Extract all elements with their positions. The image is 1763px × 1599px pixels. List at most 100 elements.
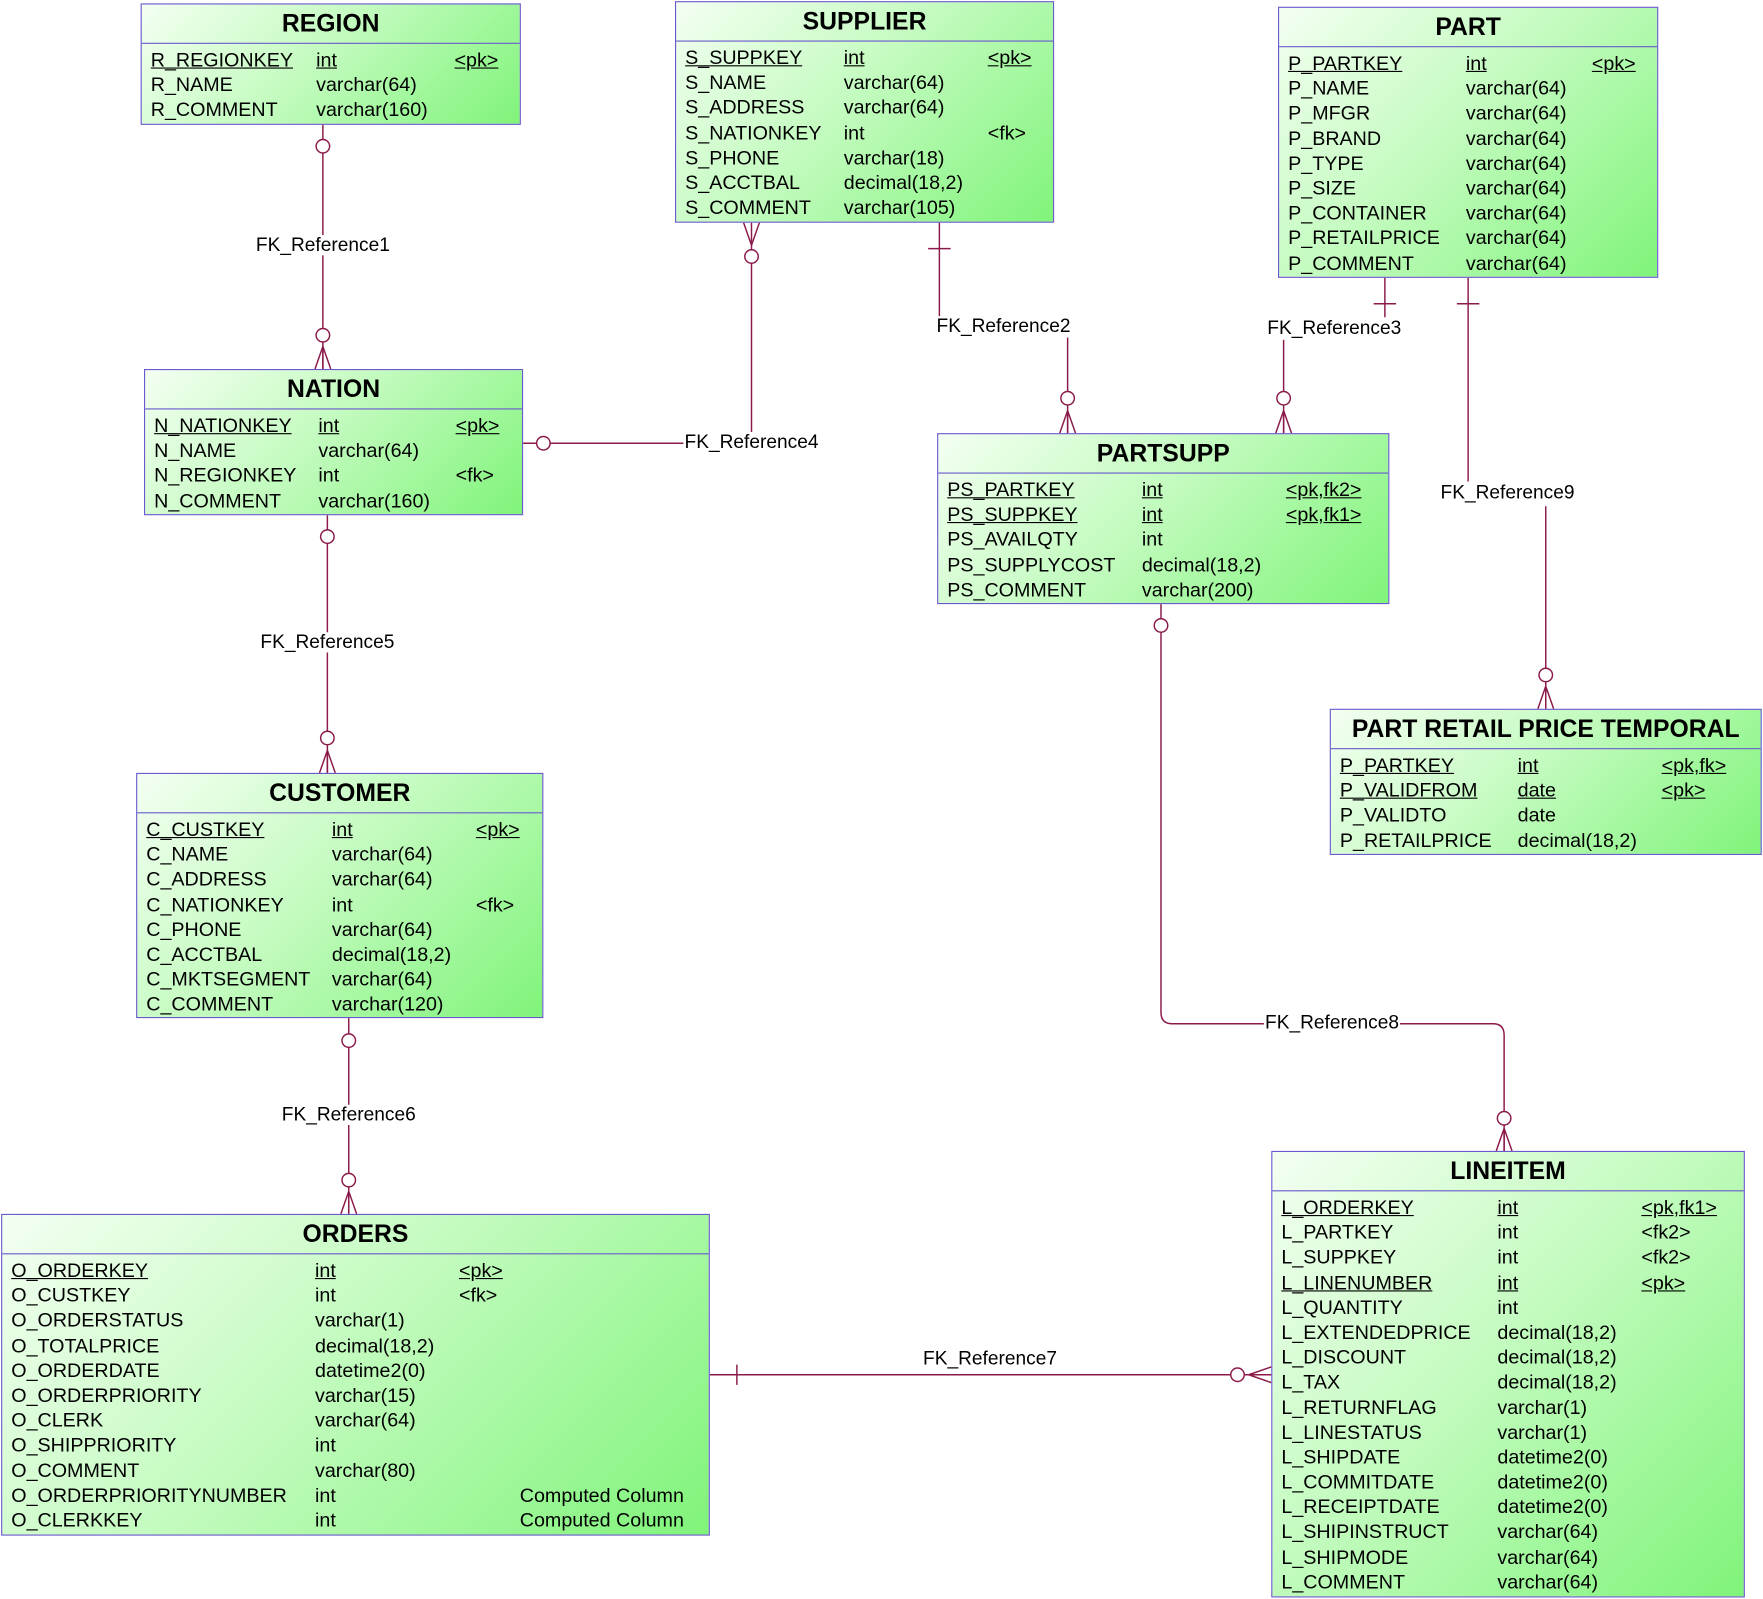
column-row[interactable]: N_COMMENT varchar(160) [145,488,522,513]
column-row[interactable]: S_ACCTBAL decimal(18,2) [676,170,1053,195]
entity-region[interactable]: REGION R_REGIONKEY int <pk> R_NAME varchar(64… [140,3,521,125]
column-row[interactable]: C_PHONE varchar(64) [137,917,542,942]
column-name: L_QUANTITY [1281,1295,1403,1319]
column-row[interactable]: L_ORDERKEY int <pk,fk1> [1272,1195,1743,1220]
column-row[interactable]: S_NATIONKEY int <fk> [676,120,1053,145]
column-row[interactable]: S_SUPPKEY int <pk> [676,45,1053,70]
column-row[interactable]: L_RECEIPTDATE datetime2(0) [1272,1494,1743,1519]
column-type: int [843,121,865,144]
column-row[interactable]: O_CLERK varchar(64) [2,1408,709,1433]
column-row[interactable]: L_LINESTATUS varchar(1) [1272,1419,1743,1444]
column-row[interactable]: O_CUSTKEY int <fk> [2,1283,709,1308]
fk-reference2-label[interactable]: FK_Reference2 [935,316,1072,337]
column-row[interactable]: O_ORDERSTATUS varchar(1) [2,1308,709,1333]
relationship-line [750,222,761,246]
column-row[interactable]: PS_PARTKEY int <pk,fk2> [938,477,1388,502]
column-row[interactable]: N_REGIONKEY int <fk> [145,463,522,488]
column-row[interactable]: R_REGIONKEY int <pk> [142,47,520,72]
column-row[interactable]: P_VALIDTO date [1331,803,1761,828]
column-row[interactable]: R_COMMENT varchar(160) [142,97,520,122]
column-row[interactable]: L_QUANTITY int [1272,1295,1743,1320]
column-row[interactable]: PS_SUPPLYCOST decimal(18,2) [938,552,1388,577]
fk-reference1-label[interactable]: FK_Reference1 [254,235,391,256]
column-type: decimal(18,2) [843,170,964,194]
fk-reference9-label[interactable]: FK_Reference9 [1439,482,1576,503]
column-row[interactable]: P_PARTKEY int <pk,fk> [1331,753,1761,778]
column-row[interactable]: P_BRAND varchar(64) [1279,126,1657,151]
fk-reference5-label[interactable]: FK_Reference5 [259,632,396,653]
relationship-line [1066,410,1077,434]
column-row[interactable]: L_COMMITDATE datetime2(0) [1272,1469,1743,1494]
column-row[interactable]: C_ADDRESS varchar(64) [137,867,542,892]
entity-part[interactable]: PART P_PARTKEY int <pk> P_NAME varchar(64) P_M… [1278,6,1659,278]
column-row[interactable]: L_SUPPKEY int <fk2> [1272,1245,1743,1270]
column-row[interactable]: O_COMMENT varchar(80) [2,1457,709,1482]
column-type: varchar(200) [1141,577,1254,601]
column-row[interactable]: O_TOTALPRICE decimal(18,2) [2,1333,709,1358]
column-row[interactable]: N_NATIONKEY int <pk> [145,413,522,438]
fk-reference6-label[interactable]: FK_Reference6 [280,1104,417,1125]
column-row[interactable]: L_SHIPINSTRUCT varchar(64) [1272,1519,1743,1544]
column-row[interactable]: R_NAME varchar(64) [142,72,520,97]
column-row[interactable]: O_CLERKKEY int Computed Column [2,1507,709,1532]
optional-circle-icon [535,435,551,451]
column-row[interactable]: L_EXTENDEDPRICE decimal(18,2) [1272,1320,1743,1345]
column-row[interactable]: P_TYPE varchar(64) [1279,150,1657,175]
column-row[interactable]: O_SHIPPRIORITY int [2,1432,709,1457]
column-row[interactable]: P_RETAILPRICE varchar(64) [1279,225,1657,250]
fk-reference8-label[interactable]: FK_Reference8 [1263,1012,1401,1033]
entity-orders[interactable]: ORDERS O_ORDERKEY int <pk> O_CUSTKEY int <fk> O… [1,1213,710,1536]
column-row[interactable]: S_COMMENT varchar(105) [676,195,1053,220]
column-row[interactable]: P_CONTAINER varchar(64) [1279,200,1657,225]
optional-circle-icon [1276,390,1292,406]
column-row[interactable]: P_VALIDFROM date <pk> [1331,778,1761,803]
column-row[interactable]: PS_SUPPKEY int <pk,fk1> [938,502,1388,527]
entity-lineitem[interactable]: LINEITEM L_ORDERKEY int <pk,fk1> L_PARTKEY in… [1271,1150,1745,1598]
column-type: int [1497,1295,1519,1319]
entity-nation[interactable]: NATION N_NATIONKEY int <pk> N_NAME varchar(64… [144,369,524,516]
column-row[interactable]: L_SHIPMODE varchar(64) [1272,1544,1743,1569]
column-row[interactable]: L_PARTKEY int <fk2> [1272,1220,1743,1245]
column-row[interactable]: O_ORDERDATE datetime2(0) [2,1358,709,1383]
column-row[interactable]: P_NAME varchar(64) [1279,76,1657,101]
column-row[interactable]: S_PHONE varchar(18) [676,145,1053,170]
fk-reference7-label[interactable]: FK_Reference7 [921,1348,1059,1370]
column-row[interactable]: C_NAME varchar(64) [137,842,542,867]
column-row[interactable]: C_ACCTBAL decimal(18,2) [137,942,542,967]
column-row[interactable]: PS_COMMENT varchar(200) [938,577,1388,602]
entity-part-retail-price-temporal[interactable]: PART RETAIL PRICE TEMPORAL P_PARTKEY int <p… [1329,708,1762,855]
entity-supplier[interactable]: SUPPLIER S_SUPPKEY int <pk> S_NAME varchar(64… [675,1,1055,223]
column-row[interactable]: S_ADDRESS varchar(64) [676,95,1053,120]
column-row[interactable]: P_RETAILPRICE decimal(18,2) [1331,828,1761,853]
column-row[interactable]: S_NAME varchar(64) [676,70,1053,95]
column-row[interactable]: C_CUSTKEY int <pk> [137,817,542,842]
column-row[interactable]: O_ORDERPRIORITYNUMBER int Computed Column [2,1482,709,1507]
column-row[interactable]: O_ORDERKEY int <pk> [2,1258,709,1283]
column-row[interactable]: N_NAME varchar(64) [145,438,522,463]
column-row[interactable]: P_MFGR varchar(64) [1279,101,1657,126]
column-row[interactable]: L_TAX decimal(18,2) [1272,1369,1743,1394]
column-name: L_LINESTATUS [1281,1420,1422,1444]
entity-customer[interactable]: CUSTOMER C_CUSTKEY int <pk> C_NAME varchar(64… [136,772,544,1019]
column-type: varchar(64) [843,96,945,119]
column-row[interactable]: PS_AVAILQTY int [938,527,1388,552]
column-row[interactable]: P_COMMENT varchar(64) [1279,250,1657,275]
column-row[interactable]: P_PARTKEY int <pk> [1279,51,1657,76]
entity-partsupp[interactable]: PARTSUPP PS_PARTKEY int <pk,fk2> PS_SUPPKEY i… [937,433,1390,605]
column-row[interactable]: L_DISCOUNT decimal(18,2) [1272,1345,1743,1370]
column-row[interactable]: C_MKTSEGMENT varchar(64) [137,967,542,992]
column-row[interactable]: L_SHIPDATE datetime2(0) [1272,1444,1743,1469]
column-type: int [843,46,865,69]
column-row[interactable]: L_COMMENT varchar(64) [1272,1569,1743,1594]
column-type: varchar(64) [1465,151,1567,175]
fk-reference3-label[interactable]: FK_Reference3 [1266,318,1403,339]
fk-reference4-label[interactable]: FK_Reference4 [683,431,820,453]
column-row[interactable]: C_NATIONKEY int <fk> [137,892,542,917]
column-type: varchar(64) [1465,101,1567,125]
column-row[interactable]: L_LINENUMBER int <pk> [1272,1270,1743,1295]
column-row[interactable]: L_RETURNFLAG varchar(1) [1272,1394,1743,1419]
column-key: <pk,fk> [1661,753,1727,777]
column-row[interactable]: C_COMMENT varchar(120) [137,991,542,1016]
column-row[interactable]: O_ORDERPRIORITY varchar(15) [2,1383,709,1408]
column-row[interactable]: P_SIZE varchar(64) [1279,175,1657,200]
